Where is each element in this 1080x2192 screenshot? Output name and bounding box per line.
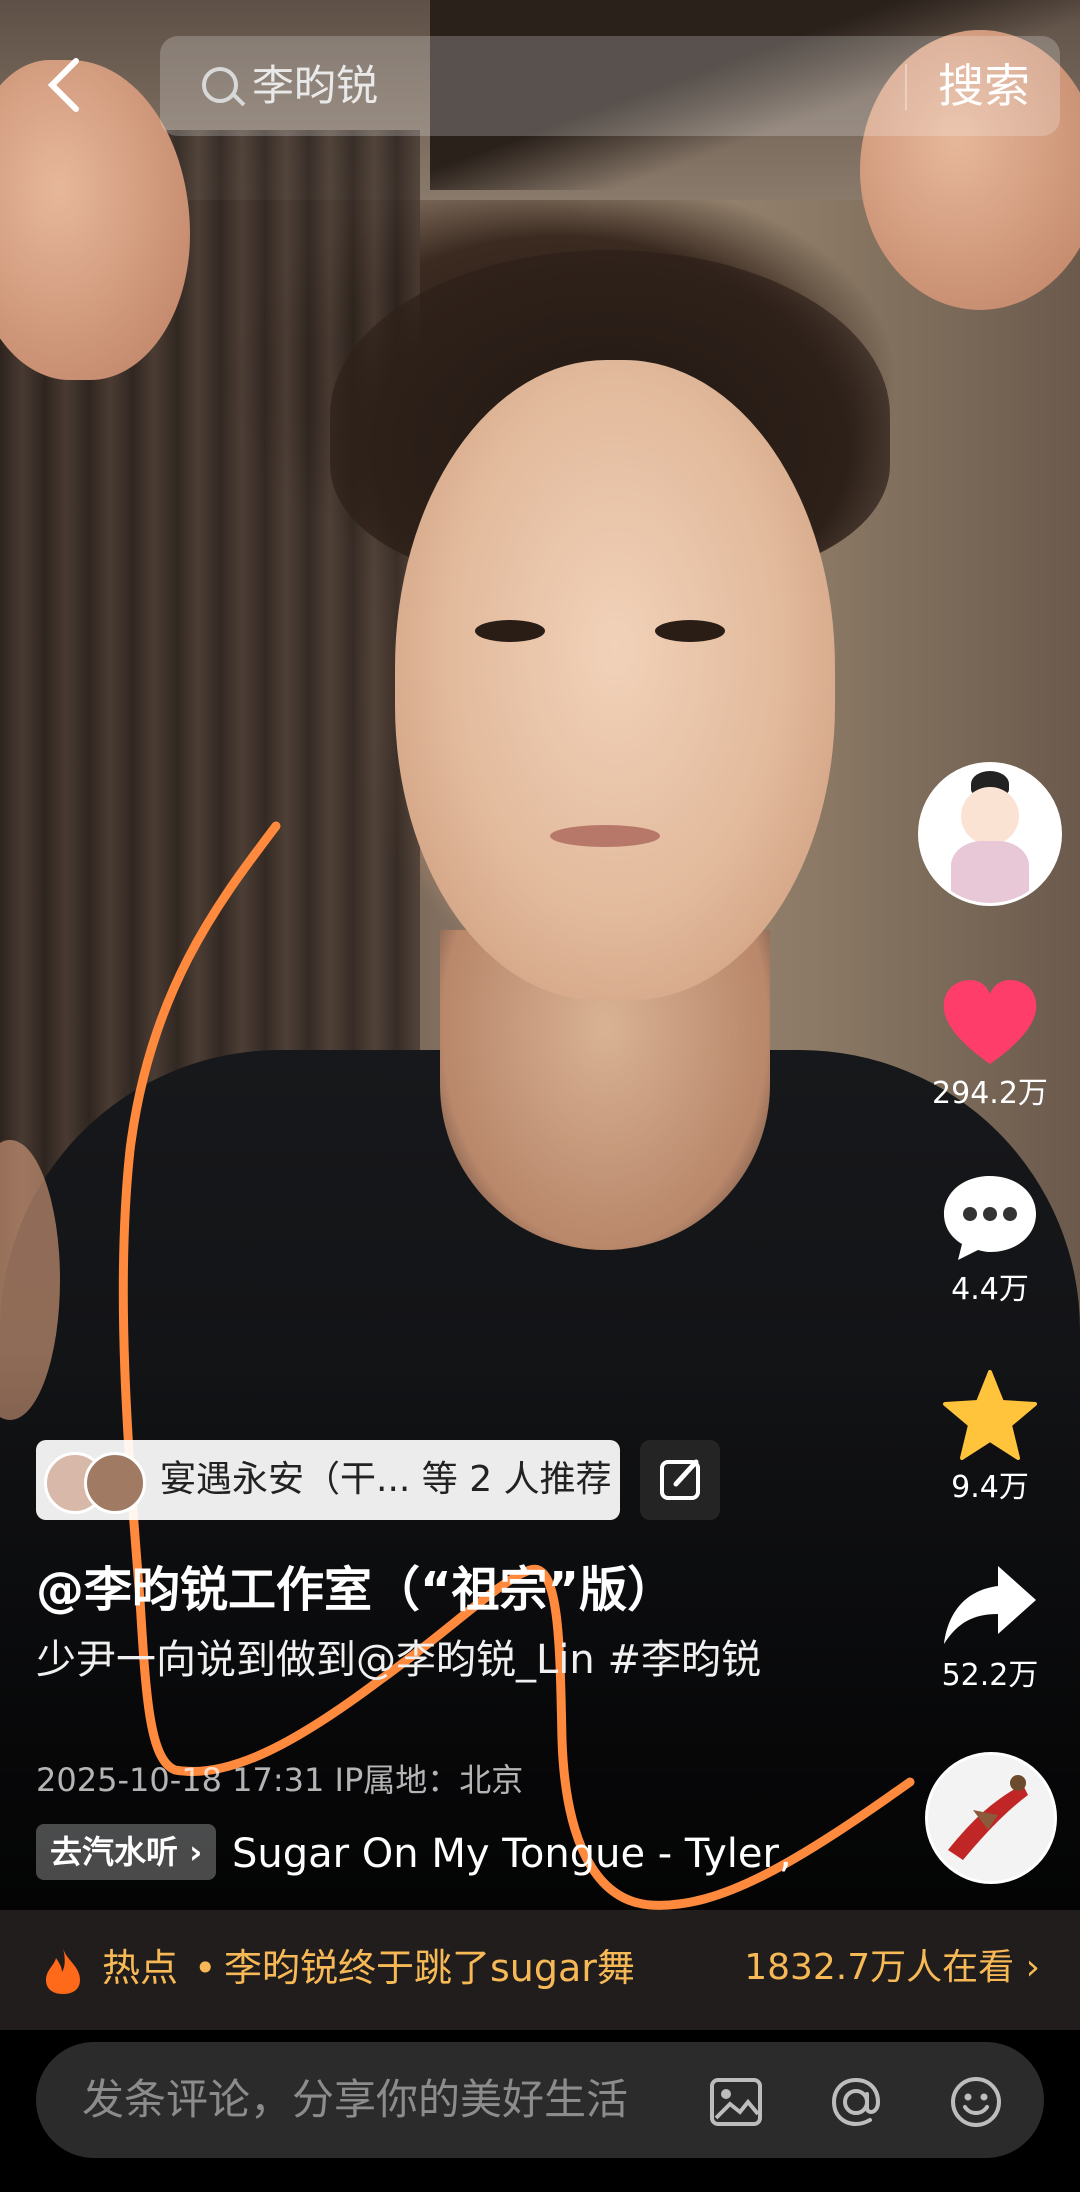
image-icon[interactable] [706,2072,766,2132]
recommender-avatar [84,1452,146,1514]
like-button[interactable]: 294.2万 [930,978,1050,1112]
hot-separator: • [194,1946,217,1990]
comment-bar: 发条评论，分享你的美好生活 [0,2030,1080,2192]
heart-icon [943,980,1037,1064]
scribble-annotation [118,821,915,1910]
caption-title[interactable]: @李昀锐工作室（“祖宗”版） [36,1560,675,1620]
caption-description[interactable]: 少尹一向说到做到@李昀锐_Lin #李昀锐 [36,1632,776,1688]
favorite-button[interactable]: 9.4万 [930,1368,1050,1506]
hot-topic-bar[interactable]: 热点 • 李昀锐终于跳了sugar舞 1832.7万人在看 › [0,1910,1080,2030]
author-avatar[interactable] [918,762,1062,906]
edit-button[interactable] [640,1440,720,1520]
search-icon [202,67,238,103]
hot-topic-title[interactable]: 李昀锐终于跳了sugar舞 [224,1942,635,1994]
recommend-bar[interactable]: 宴遇永安（干... 等 2 人推荐 [36,1440,620,1520]
like-count: 294.2万 [932,1076,1048,1111]
at-icon[interactable] [826,2072,886,2132]
comment-button[interactable]: 4.4万 [930,1172,1050,1308]
comment-bubble-icon [944,1176,1036,1260]
search-input[interactable]: 李昀锐 [252,60,378,112]
favorite-count: 9.4万 [951,1470,1029,1505]
recommender-avatars [44,1448,154,1514]
share-count: 52.2万 [941,1658,1039,1693]
music-cover-icon [948,1775,1028,1860]
music-listen-button[interactable]: 去汽水听 › [36,1824,217,1880]
share-button[interactable]: 52.2万 [930,1560,1050,1694]
search-bar[interactable]: 李昀锐 搜索 [160,36,1060,136]
recommend-text: 宴遇永安（干... 等 2 人推荐 [160,1459,612,1500]
search-button[interactable]: 搜索 [938,58,1030,114]
caption-meta: 2025-10-18 17:31 IP属地：北京 [36,1761,524,1799]
share-arrow-icon [944,1566,1036,1644]
back-button[interactable] [44,55,104,115]
comment-input[interactable]: 发条评论，分享你的美好生活 [36,2042,1044,2158]
music-track-title[interactable]: Sugar On My Tongue - Tyler, [232,1826,792,1882]
avatar-head [961,787,1019,845]
comment-placeholder: 发条评论，分享你的美好生活 [82,2075,629,2124]
edit-icon [660,1459,700,1500]
hot-watching-count[interactable]: 1832.7万人在看 › [744,1942,1040,1994]
back-arrow-icon [47,58,79,112]
music-disc[interactable] [925,1752,1057,1884]
search-divider [905,64,907,110]
avatar-body [951,841,1029,903]
comment-count: 4.4万 [951,1272,1029,1307]
star-icon [943,1370,1037,1460]
fire-icon [46,1948,80,1994]
emoji-icon[interactable] [946,2072,1006,2132]
hot-label: 热点 [102,1946,179,1990]
